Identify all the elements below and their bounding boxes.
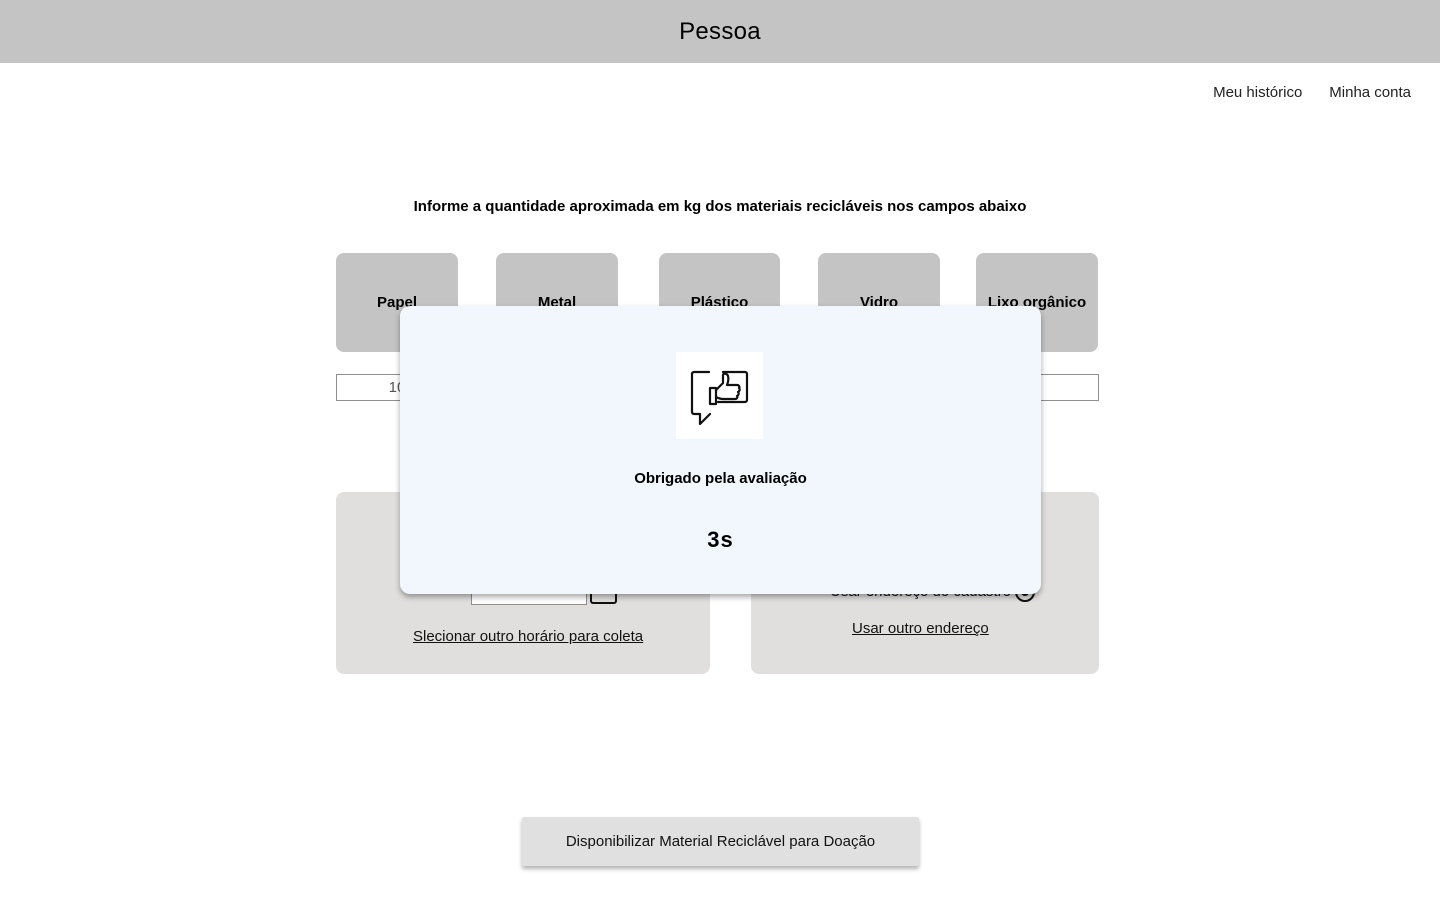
donate-button[interactable]: Disponibilizar Material Reciclável para … bbox=[522, 817, 919, 866]
app-header: Pessoa bbox=[0, 0, 1440, 63]
other-address-link[interactable]: Usar outro endereço bbox=[852, 620, 989, 637]
top-nav: Meu histórico Minha conta bbox=[1213, 84, 1411, 101]
nav-history-link[interactable]: Meu histórico bbox=[1213, 84, 1302, 101]
instruction-text: Informe a quantidade aproximada em kg do… bbox=[413, 198, 1027, 215]
modal-timer: 3s bbox=[707, 527, 734, 552]
page-title: Pessoa bbox=[679, 17, 761, 45]
thumbs-up-icon bbox=[676, 352, 763, 439]
other-time-link[interactable]: Slecionar outro horário para coleta bbox=[413, 628, 643, 645]
thanks-modal: Obrigado pela avaliação 3s bbox=[400, 306, 1041, 594]
modal-message: Obrigado pela avaliação bbox=[634, 470, 807, 487]
nav-account-link[interactable]: Minha conta bbox=[1329, 84, 1411, 101]
